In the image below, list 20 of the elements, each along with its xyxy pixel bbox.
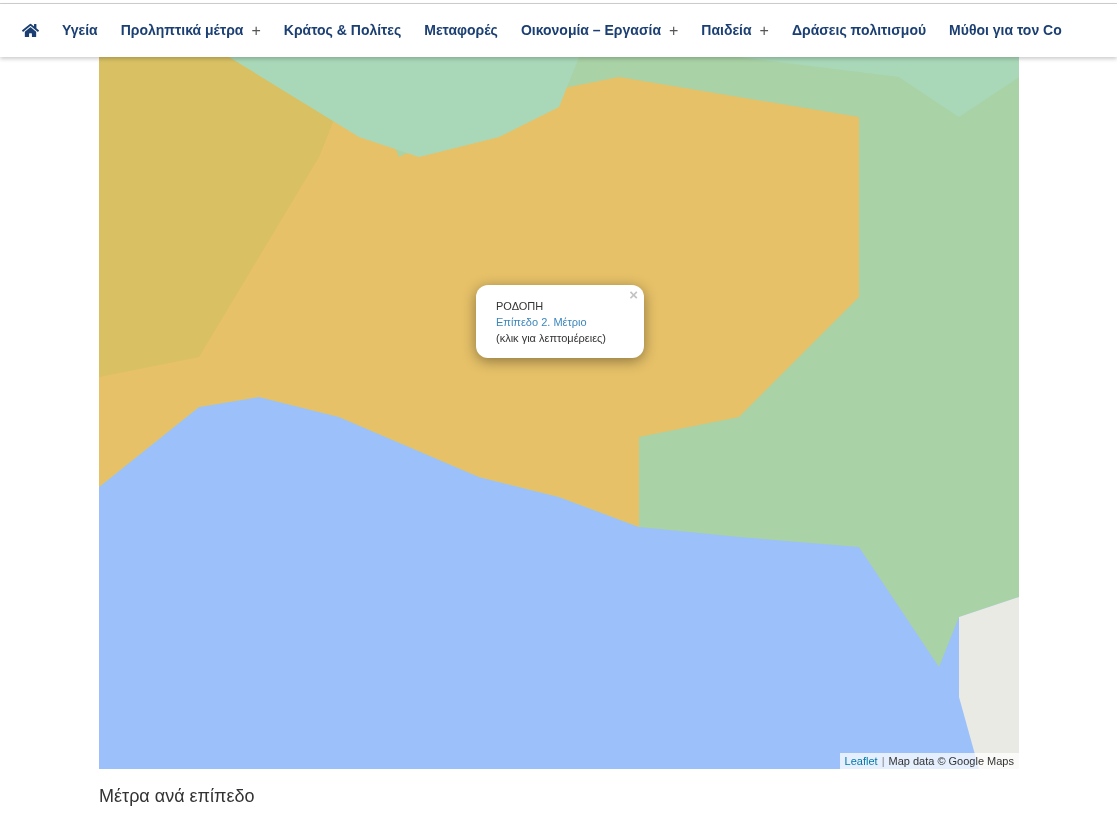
separator: | [881, 754, 885, 769]
nav-link[interactable]: Παιδεία + [701, 18, 769, 43]
level-link[interactable]: Επίπεδο 2. Μέτριο [496, 314, 624, 330]
map[interactable]: × ΡΟΔΟΠΗ Επίπεδο 2. Μέτριο (κλικ για λεπτομέρειες) Leaflet | Map data © Google Maps [99, 57, 1019, 769]
plus-icon: + [251, 18, 261, 43]
nav-link[interactable]: Οικονομία – Εργασία + [520, 18, 679, 43]
nav-link[interactable]: Υγεία [62, 20, 98, 41]
leaflet-link[interactable]: Leaflet [844, 753, 878, 769]
nav-link[interactable]: Μύθοι για τον Co [949, 20, 1062, 41]
attribution-text: Map data © Google Maps [888, 754, 1014, 769]
nav-link[interactable]: Δράσεις πολιτισμού [791, 20, 927, 41]
nav-link[interactable]: Προληπτικά μέτρα + [120, 18, 261, 43]
home-icon[interactable] [22, 22, 39, 39]
section-heading: Μέτρα ανά επίπεδο [99, 785, 256, 808]
popup-note: (κλικ για λεπτομέρειες) [496, 331, 608, 346]
nav-link[interactable]: Μεταφορές [424, 20, 498, 41]
nav-link[interactable]: Κράτος & Πολίτες [283, 20, 402, 41]
plus-icon: + [759, 18, 769, 43]
plus-icon: + [669, 18, 679, 43]
popup-title: ΡΟΔΟΠΗ [496, 299, 545, 314]
